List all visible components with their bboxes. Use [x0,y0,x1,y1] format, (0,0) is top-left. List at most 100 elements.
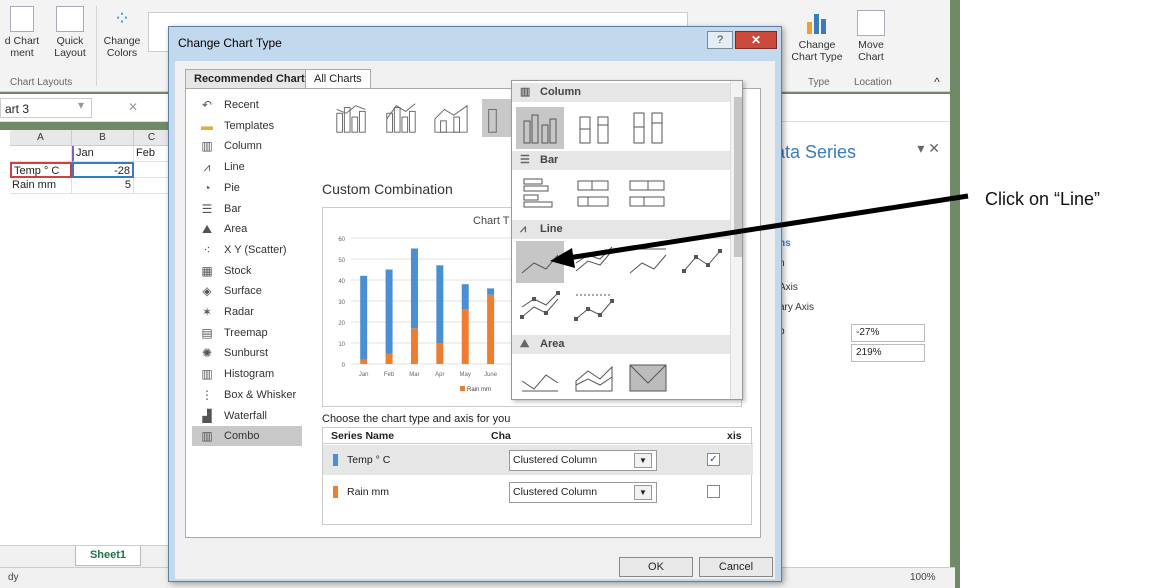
scrollbar-thumb[interactable] [734,97,742,257]
line-option[interactable] [516,241,564,283]
close-icon[interactable]: ▾ ✕ [917,140,940,157]
zoom-level[interactable]: 100% [910,572,936,583]
pane-option[interactable]: ary Axis [779,302,814,313]
gap-width-field[interactable]: 219% [851,344,925,362]
dropdown-icon[interactable]: ▾ [78,98,84,112]
sidebar-item-label: Histogram [224,368,275,381]
chevron-down-icon[interactable]: ▼ [634,485,652,500]
cell-a1[interactable] [10,146,72,162]
quick-layout-label: Quick Layout [54,35,86,59]
worksheet-grid[interactable]: A B C Jan Feb Temp ° C -28 Rain mm 5 [0,130,170,545]
100-stacked-area-option[interactable] [624,357,672,399]
sidebar-item-waterfall[interactable]: ▟ Waterfall [192,406,302,426]
stacked-line-markers-option[interactable] [516,287,564,329]
treemap-icon: ▤ [201,325,213,340]
clustered-bar-option[interactable] [516,173,564,215]
series-overlap-field[interactable]: -27% [851,324,925,342]
sidebar-item-column[interactable]: ▥ Column [192,136,302,156]
sidebar-item-label: Pie [224,181,240,194]
stacked-line-option[interactable] [570,241,618,283]
stacked-area-option[interactable] [570,357,618,399]
100-stacked-bar-option[interactable] [624,173,672,215]
100-stacked-line-markers-option[interactable] [570,287,618,329]
ribbon-separator [96,6,97,86]
sidebar-item-surface[interactable]: ◈ Surface [192,281,302,301]
section-title: Custom Combination [322,181,453,197]
collapse-ribbon-button[interactable]: ^ [930,76,944,88]
sidebar-item-box-whisker[interactable]: ⋮ Box & Whisker [192,385,302,405]
series-name-header: Series Name [331,430,395,442]
ok-button[interactable]: OK [619,557,693,577]
series-row-rain[interactable]: Rain mm Clustered Column ▼ [323,477,753,507]
bar-rain-mm [360,359,368,364]
100-stacked-column-option[interactable] [624,107,672,149]
sidebar-item-treemap[interactable]: ▤ Treemap [192,323,302,343]
stacked-column-option[interactable] [570,107,618,149]
chart-type-select-rain[interactable]: Clustered Column ▼ [509,482,657,503]
cell-b1[interactable]: Jan [72,146,134,162]
sidebar-item-templates[interactable]: ▬ Templates [192,116,302,136]
bar-icon: ☰ [520,154,530,166]
sidebar-item-stock[interactable]: ▦ Stock [192,261,302,281]
cancel-icon[interactable]: ✕ [128,100,138,114]
cell-b3[interactable]: 5 [72,178,134,194]
line-with-markers-option[interactable] [678,241,726,283]
add-chart-element-button[interactable]: d Chart ment [2,6,42,59]
cell-a2[interactable]: Temp ° C [10,162,72,178]
clustered-column-combo-thumb[interactable] [332,99,370,137]
tab-recommended-charts[interactable]: Recommended Charts [185,69,320,89]
area-option[interactable] [516,357,564,399]
stacked-bar-option[interactable] [570,173,618,215]
surface-icon: ◈ [202,284,212,299]
cell-c3[interactable] [134,178,170,194]
close-button[interactable]: ✕ [735,31,777,49]
quick-layout-button[interactable]: Quick Layout [50,6,90,59]
sidebar-item-histogram[interactable]: ▥ Histogram [192,364,302,384]
section-label: Line [540,223,563,235]
x-tick-label: Mar [409,372,419,378]
cell-c1[interactable]: Feb [134,146,170,162]
cancel-button[interactable]: Cancel [699,557,773,577]
cell-b2[interactable]: -28 [72,162,134,178]
dropdown-section-column: ▥ Column [512,83,730,102]
area-column-thumb[interactable] [432,99,470,137]
dropdown-section-line: ⩘ Line [512,220,730,239]
sidebar-item-combo[interactable]: ▥ Combo [192,426,302,447]
100-stacked-line-option[interactable] [624,241,672,283]
combo-icon: ▥ [201,429,213,444]
sidebar-item-sunburst[interactable]: ✺ Sunburst [192,343,302,363]
sidebar-item-bar[interactable]: ☰ Bar [192,199,302,219]
dialog-title: Change Chart Type [178,36,282,50]
x-tick-label: Feb [384,372,395,378]
cell-a3[interactable]: Rain mm [10,178,72,194]
sidebar-item-area[interactable]: ⛰ Area [192,219,302,239]
secondary-axis-checkbox-rain[interactable] [707,485,720,498]
column-line-secondary-thumb[interactable] [382,99,420,137]
sheet-tab[interactable]: Sheet1 [75,546,141,566]
column-header-b[interactable]: B [72,130,134,146]
secondary-axis-checkbox-temp[interactable]: ✓ [707,453,720,466]
x-tick-label: May [460,372,471,378]
column-header-c[interactable]: C [134,130,170,146]
sidebar-item-recent[interactable]: ↶ Recent [192,95,302,115]
sidebar-item-pie[interactable]: ◔ Pie [192,178,302,198]
x-tick-label: Apr [435,372,444,378]
sidebar-item-line[interactable]: ⩘ Line [192,157,302,177]
cell-c2[interactable] [134,162,170,178]
pane-title: ata Series [775,142,857,162]
change-colors-button[interactable]: ⁘ Change Colors [100,6,144,59]
series-row-temp[interactable]: Temp ° C Clustered Column ▼ ✓ [323,445,753,475]
help-button[interactable]: ? [707,31,733,49]
chevron-down-icon[interactable]: ▼ [634,453,652,468]
dropdown-scrollbar[interactable] [730,81,742,399]
chart-title: Chart T [473,215,510,227]
bar-temp-c [461,284,469,310]
clustered-column-option[interactable] [516,107,564,149]
column-header-a[interactable]: A [10,130,72,146]
change-chart-type-button[interactable]: Change Chart Type [786,10,848,63]
sidebar-item-x-y-scatter[interactable]: ⁖ X Y (Scatter) [192,240,302,260]
move-chart-button[interactable]: Move Chart [846,10,896,63]
chart-type-select-temp[interactable]: Clustered Column ▼ [509,450,657,471]
sidebar-item-radar[interactable]: ✶ Radar [192,302,302,322]
tab-all-charts[interactable]: All Charts [305,69,371,89]
